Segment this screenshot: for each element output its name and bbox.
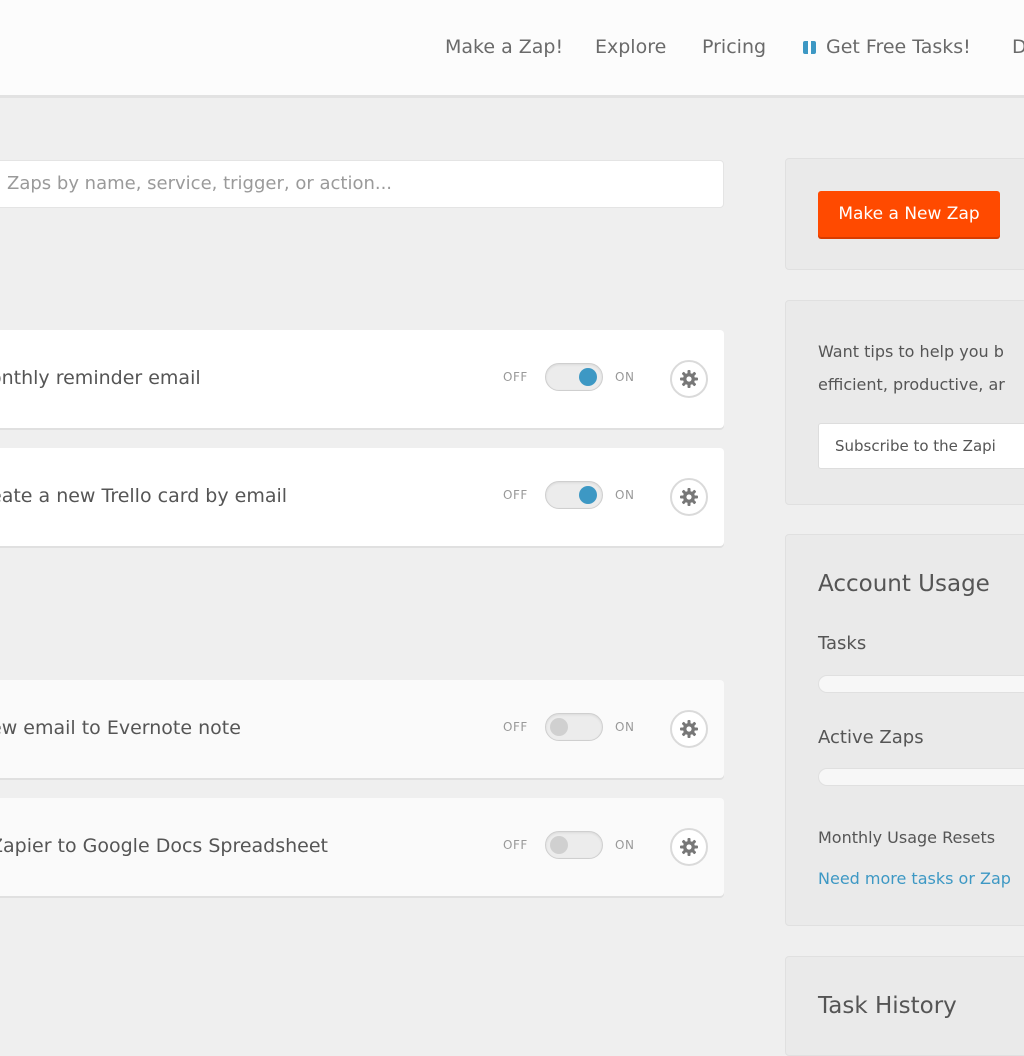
active-zaps-label: Active Zaps — [818, 727, 924, 748]
zap-title: eate a new Trello card by email — [0, 485, 288, 507]
task-history-title: Task History — [818, 993, 957, 1019]
toggle-knob — [550, 718, 568, 736]
zap-settings-button[interactable] — [670, 710, 708, 748]
zap-toggle[interactable] — [545, 713, 603, 741]
new-zap-panel: Make a New Zap — [785, 158, 1024, 270]
zap-row[interactable]: onthly reminder email OFF ON — [0, 330, 724, 428]
subscribe-button[interactable]: Subscribe to the Zapi — [818, 423, 1024, 469]
account-usage-panel: Account Usage Tasks Active Zaps Monthly … — [785, 534, 1024, 926]
zap-row[interactable]: ew email to Evernote note OFF ON — [0, 680, 724, 778]
monthly-usage-resets-text: Monthly Usage Resets — [818, 828, 996, 847]
toggle-knob — [579, 486, 597, 504]
need-more-tasks-link[interactable]: Need more tasks or Zap — [818, 869, 1011, 888]
tips-panel: Want tips to help you b efficient, produ… — [785, 300, 1024, 505]
nav-pricing-link[interactable]: Pricing — [702, 34, 766, 60]
zap-settings-button[interactable] — [670, 828, 708, 866]
zap-settings-button[interactable] — [670, 360, 708, 398]
nav-make-a-zap-link[interactable]: Make a Zap! — [445, 34, 563, 60]
toggle-off-label: OFF — [503, 720, 528, 734]
make-new-zap-button[interactable]: Make a New Zap — [818, 191, 1000, 237]
nav-get-free-tasks-label: Get Free Tasks! — [826, 36, 971, 58]
tips-text-line-1: Want tips to help you b — [818, 342, 1004, 361]
zap-title: Zapier to Google Docs Spreadsheet — [0, 835, 329, 857]
toggle-off-label: OFF — [503, 488, 528, 502]
tips-text-line-2: efficient, productive, ar — [818, 375, 1005, 394]
zap-title: onthly reminder email — [0, 367, 201, 389]
gear-icon — [680, 720, 698, 738]
toggle-knob — [579, 368, 597, 386]
toggle-on-label: ON — [615, 370, 635, 384]
tasks-label: Tasks — [818, 633, 867, 654]
tasks-usage-bar — [818, 675, 1024, 693]
zap-title: ew email to Evernote note — [0, 717, 241, 739]
account-usage-title: Account Usage — [818, 571, 990, 597]
nav-dashboard-link[interactable]: D — [1012, 34, 1024, 60]
zap-toggle[interactable] — [545, 831, 603, 859]
toggle-on-label: ON — [615, 838, 635, 852]
toggle-off-label: OFF — [503, 370, 528, 384]
active-zaps-usage-bar — [818, 768, 1024, 786]
nav-get-free-tasks-link[interactable]: Get Free Tasks! — [803, 34, 971, 60]
toggle-on-label: ON — [615, 720, 635, 734]
gift-icon — [803, 41, 816, 54]
zap-row[interactable]: eate a new Trello card by email OFF ON — [0, 448, 724, 546]
toggle-on-label: ON — [615, 488, 635, 502]
zap-toggle[interactable] — [545, 363, 603, 391]
zap-toggle[interactable] — [545, 481, 603, 509]
gear-icon — [680, 370, 698, 388]
gear-icon — [680, 488, 698, 506]
toggle-off-label: OFF — [503, 838, 528, 852]
zap-settings-button[interactable] — [670, 478, 708, 516]
zap-row[interactable]: Zapier to Google Docs Spreadsheet OFF ON — [0, 798, 724, 896]
toggle-knob — [550, 836, 568, 854]
task-history-panel: Task History — [785, 956, 1024, 1056]
top-nav-bar: Make a Zap! Explore Pricing Get Free Tas… — [0, 0, 1024, 98]
gear-icon — [680, 838, 698, 856]
nav-explore-link[interactable]: Explore — [595, 34, 666, 60]
search-input[interactable]: Zaps by name, service, trigger, or actio… — [0, 160, 724, 208]
